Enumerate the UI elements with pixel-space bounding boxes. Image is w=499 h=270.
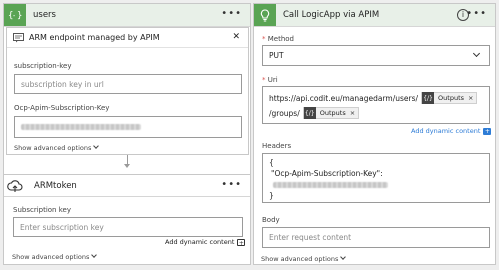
subscription-key-label: Subscription key	[13, 206, 71, 214]
body-label: Body	[262, 216, 280, 224]
users-card-header[interactable]: { - } users •••	[4, 4, 250, 27]
redacted-value	[21, 124, 141, 130]
show-advanced-options-label: Show advanced options	[261, 255, 339, 263]
body-placeholder: Enter request content	[269, 233, 352, 242]
ocp-apim-subscription-key-input[interactable]	[14, 116, 242, 138]
uri-line-2: /groups/ {/} Outputs ×	[269, 107, 360, 119]
subscription-key-placeholder: subscription key in url	[21, 79, 104, 89]
show-advanced-options-label: Show advanced options	[12, 253, 90, 261]
method-label-text: Method	[267, 35, 294, 43]
uri-line-1: https://api.codit.eu/managedarm/users/ {…	[269, 92, 478, 104]
show-advanced-options-label: Show advanced options	[14, 144, 92, 152]
call-logicapp-title: Call LogicApp via APIM	[283, 10, 380, 20]
show-advanced-options-link[interactable]: Show advanced options	[261, 254, 347, 263]
add-dynamic-content-icon: +	[237, 238, 246, 247]
show-advanced-options-link[interactable]: Show advanced options	[12, 252, 98, 261]
required-marker: *	[262, 35, 266, 43]
uri-label: * Uri	[262, 76, 278, 84]
headers-input[interactable]: { "Ocp-Apim-Subscription-Key": }	[262, 153, 490, 203]
headers-close-brace: }	[269, 191, 274, 200]
armtoken-card-title: ARMtoken	[34, 180, 77, 191]
cloud-upload-icon	[4, 175, 26, 197]
show-advanced-options-link[interactable]: Show advanced options	[14, 143, 100, 152]
add-dynamic-content-icon: +	[483, 127, 492, 135]
arm-endpoint-title: ARM endpoint managed by APIM	[29, 33, 160, 42]
add-dynamic-content-link[interactable]: Add dynamic content +	[411, 127, 492, 135]
api-endpoint-icon	[13, 33, 24, 45]
uri-input[interactable]: https://api.codit.eu/managedarm/users/ {…	[262, 86, 490, 124]
outputs-token-label: Outputs	[319, 109, 346, 117]
subscription-key-label: subscription-key	[14, 62, 72, 70]
svg-text:-: -	[12, 12, 16, 20]
arm-endpoint-header[interactable]: ARM endpoint managed by APIM ✕	[7, 28, 248, 48]
required-marker: *	[262, 76, 266, 84]
method-value: PUT	[269, 51, 284, 60]
call-logicapp-header[interactable]: Call LogicApp via APIM i •••	[254, 4, 495, 27]
arm-endpoint-card: ARM endpoint managed by APIM ✕ subscript…	[6, 27, 249, 155]
subscription-key-placeholder: Enter subscription key	[20, 222, 104, 232]
headers-label: Headers	[262, 142, 292, 150]
chevron-down-icon	[340, 254, 347, 260]
method-select[interactable]: PUT	[262, 45, 490, 66]
chevron-down-icon	[91, 252, 98, 258]
body-input[interactable]: Enter request content	[262, 227, 490, 248]
ocp-apim-subscription-key-label: Ocp-Apim-Subscription-Key	[14, 104, 110, 112]
method-label: * Method	[262, 35, 294, 43]
users-card-title: users	[33, 10, 56, 20]
outputs-token-label: Outputs	[438, 94, 465, 102]
users-card-menu-icon[interactable]: •••	[221, 9, 242, 19]
add-dynamic-content-label: Add dynamic content	[411, 127, 481, 135]
chevron-down-icon	[472, 49, 481, 58]
dynamic-content-icon: {/}	[422, 92, 435, 104]
subscription-key-input[interactable]: subscription key in url	[14, 74, 242, 94]
add-dynamic-content-label: Add dynamic content	[165, 238, 235, 246]
close-icon[interactable]: ✕	[232, 32, 240, 42]
add-dynamic-content-link[interactable]: Add dynamic content +	[165, 238, 246, 247]
token-remove-icon[interactable]: ×	[350, 109, 355, 117]
uri-text-part-2: /groups/	[269, 108, 300, 118]
token-remove-icon[interactable]: ×	[468, 94, 473, 102]
call-logicapp-card: Call LogicApp via APIM i ••• * Method PU…	[253, 3, 496, 265]
redacted-value	[273, 182, 388, 188]
armtoken-card-menu-icon[interactable]: •••	[221, 180, 242, 190]
dynamic-content-icon: {/}	[303, 107, 316, 119]
uri-label-text: Uri	[267, 76, 278, 84]
svg-text:}: }	[17, 11, 22, 21]
outputs-token[interactable]: {/} Outputs ×	[421, 92, 478, 104]
armtoken-subscription-key-input[interactable]: Enter subscription key	[13, 217, 243, 237]
scope-icon: { - }	[4, 4, 26, 26]
armtoken-card: ARMtoken ••• Subscription key Enter subs…	[3, 174, 251, 265]
lightbulb-icon	[254, 4, 276, 26]
headers-key: "Ocp-Apim-Subscription-Key":	[271, 169, 383, 178]
call-logicapp-menu-icon[interactable]: •••	[466, 9, 487, 19]
armtoken-card-header[interactable]: ARMtoken •••	[4, 175, 250, 197]
chevron-down-icon	[93, 143, 100, 149]
flow-arrow-icon	[124, 164, 130, 168]
uri-text-part-1: https://api.codit.eu/managedarm/users/	[269, 93, 419, 103]
headers-open-brace: {	[269, 158, 274, 167]
outputs-token[interactable]: {/} Outputs ×	[302, 107, 360, 119]
